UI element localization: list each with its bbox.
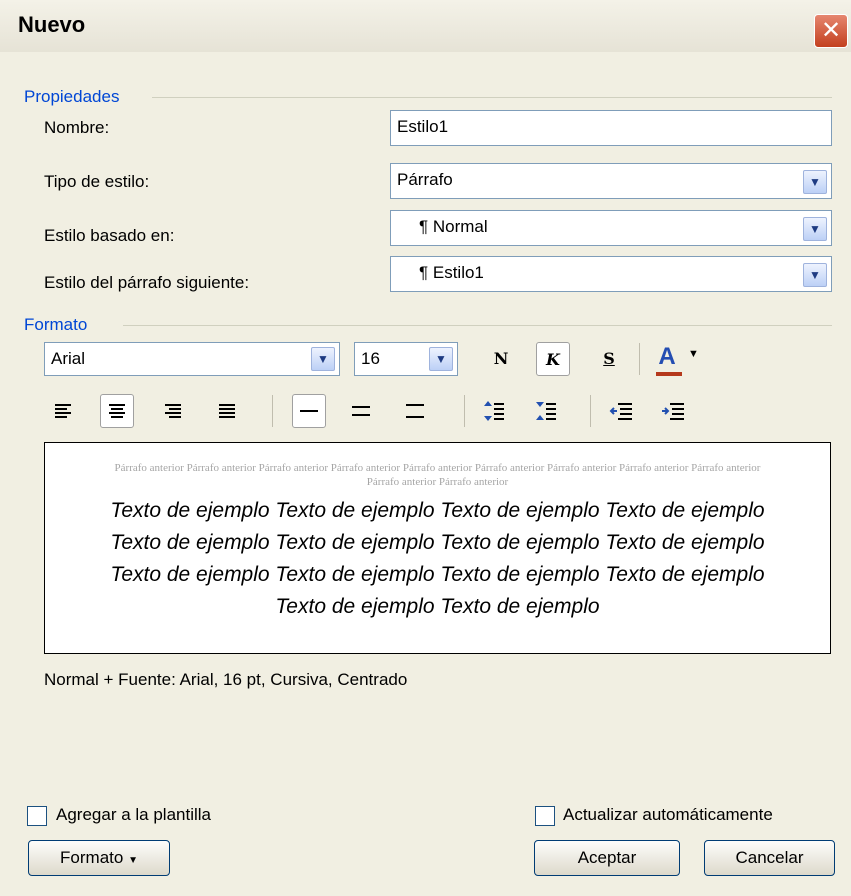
underline-button[interactable]: S (592, 342, 626, 376)
font-name-value: Arial (51, 349, 86, 368)
toolbar-separator (590, 395, 591, 427)
toolbar-separator (639, 343, 640, 375)
align-center-button[interactable] (100, 394, 134, 428)
tipo-estilo-value: Párrafo (397, 170, 453, 189)
nombre-label-text: Nombre: (44, 118, 110, 137)
auto-update-checkbox[interactable] (535, 806, 555, 826)
bold-button[interactable]: N (484, 342, 518, 376)
propiedades-group-label: Propiedades (24, 87, 120, 106)
chevron-down-icon[interactable]: ▼ (803, 217, 827, 241)
decrease-indent-icon (609, 403, 632, 420)
chevron-down-icon: ▼ (128, 855, 138, 866)
chevron-down-icon[interactable]: ▼ (429, 347, 453, 371)
previous-paragraph-text: Párrafo anterior Párrafo anterior Párraf… (114, 462, 761, 488)
font-color-button[interactable]: A (650, 340, 684, 374)
nombre-input[interactable]: Estilo1 (390, 110, 832, 146)
one-half-spacing-icon (352, 406, 370, 416)
one-half-spacing-button[interactable] (344, 394, 378, 428)
font-color-swatch (656, 372, 682, 376)
align-right-button[interactable] (156, 394, 190, 428)
formato-group-label: Formato (24, 315, 88, 334)
double-spacing-icon (406, 404, 424, 418)
style-description: Normal + Fuente: Arial, 16 pt, Cursiva, … (44, 670, 408, 689)
close-button[interactable]: ✕ (814, 14, 848, 48)
align-left-button[interactable] (46, 394, 80, 428)
estilo-basado-label: Estilo basado en: (44, 226, 175, 245)
double-spacing-button[interactable] (398, 394, 432, 428)
spacing-after-icon (536, 402, 556, 420)
aceptar-button[interactable]: Aceptar (534, 840, 680, 876)
formato-divider (123, 325, 832, 326)
font-size-select[interactable]: 16 ▼ (354, 342, 458, 376)
chevron-down-icon[interactable]: ▼ (688, 348, 699, 360)
estilo-siguiente-label: Estilo del párrafo siguiente: (44, 273, 250, 292)
auto-update-label: Actualizar automáticamente (563, 805, 773, 824)
tipo-estilo-select[interactable]: Párrafo ▼ (390, 163, 832, 199)
font-color-icon: A (658, 343, 676, 370)
sample-text: Texto de ejemplo Texto de ejemplo Texto … (110, 499, 765, 618)
align-left-icon (55, 404, 71, 418)
single-spacing-button[interactable] (292, 394, 326, 428)
single-spacing-icon (300, 410, 318, 412)
increase-indent-button[interactable] (656, 394, 690, 428)
dialog-title: Nuevo (18, 12, 86, 37)
tipo-estilo-label: Tipo de estilo: (44, 172, 150, 191)
estilo-basado-select[interactable]: ¶ Normal ▼ (390, 210, 832, 246)
italic-button[interactable]: K (536, 342, 570, 376)
increase-indent-icon (662, 403, 684, 420)
toolbar-separator (464, 395, 465, 427)
nombre-label: Nombre: (44, 118, 109, 138)
estilo-siguiente-select[interactable]: ¶ Estilo1 ▼ (390, 256, 832, 292)
formato-menu-button[interactable]: Formato ▼ (28, 840, 170, 876)
spacing-before-icon (484, 401, 504, 421)
cancelar-button[interactable]: Cancelar (704, 840, 835, 876)
toolbar-separator (272, 395, 273, 427)
formato-button-label: Formato (60, 848, 124, 867)
chevron-down-icon[interactable]: ▼ (803, 263, 827, 287)
add-to-template-label: Agregar a la plantilla (56, 805, 211, 824)
decrease-indent-button[interactable] (604, 394, 638, 428)
align-right-icon (165, 404, 181, 418)
estilo-basado-value: ¶ Normal (419, 217, 488, 236)
justify-button[interactable] (210, 394, 244, 428)
propiedades-divider (152, 97, 832, 98)
font-name-select[interactable]: Arial ▼ (44, 342, 340, 376)
chevron-down-icon[interactable]: ▼ (803, 170, 827, 194)
add-to-template-checkbox[interactable] (27, 806, 47, 826)
decrease-spacing-before-button[interactable] (530, 394, 564, 428)
close-icon: ✕ (820, 17, 842, 44)
style-preview: Párrafo anterior Párrafo anterior Párraf… (44, 442, 831, 654)
justify-icon (219, 404, 235, 418)
estilo-siguiente-value: ¶ Estilo1 (419, 263, 484, 282)
title-bar: Nuevo ✕ (0, 0, 851, 53)
increase-spacing-before-button[interactable] (478, 394, 512, 428)
font-size-value: 16 (361, 349, 380, 368)
chevron-down-icon[interactable]: ▼ (311, 347, 335, 371)
align-center-icon (109, 404, 125, 418)
